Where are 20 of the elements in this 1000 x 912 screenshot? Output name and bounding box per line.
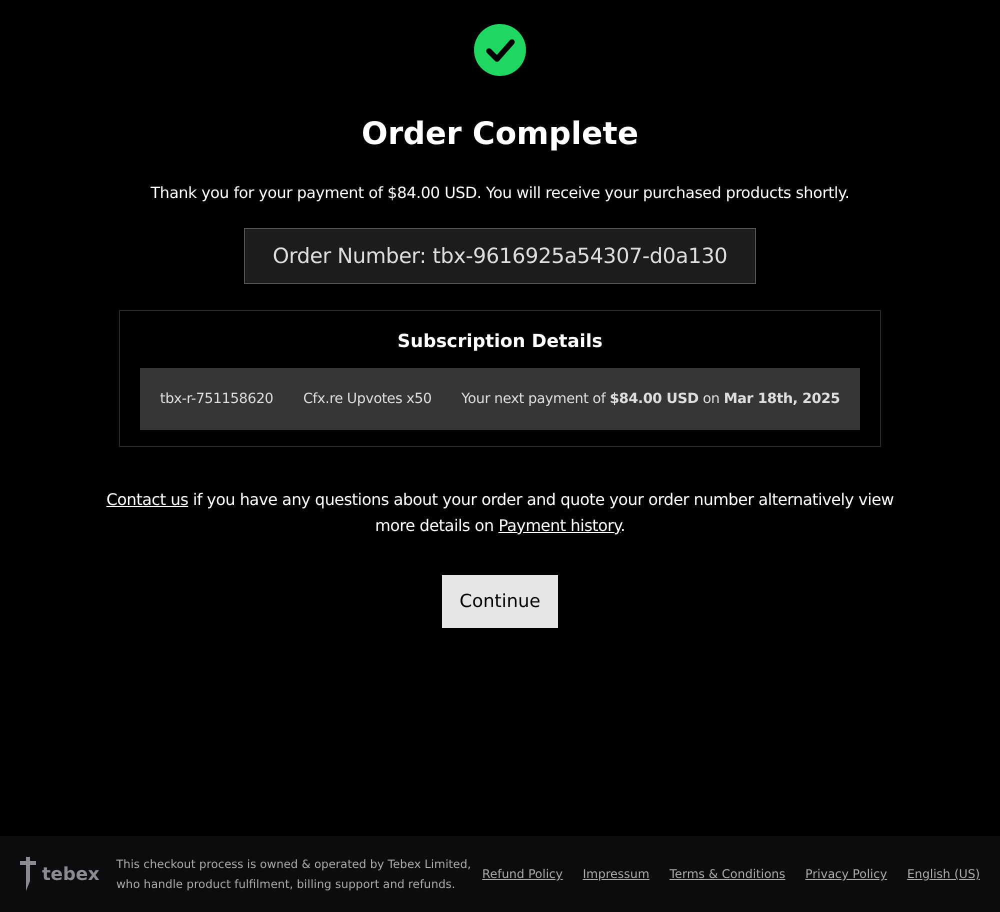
- footer-link[interactable]: Privacy Policy: [805, 867, 888, 881]
- help-text: Contact us if you have any questions about your order and quote your order number alternatively view more details on Payment history.: [105, 489, 895, 537]
- footer-link[interactable]: Refund Policy: [482, 867, 563, 881]
- subscription-title: Subscription Details: [397, 331, 603, 352]
- help-link[interactable]: Payment history: [498, 516, 620, 535]
- product-name: Cfx.re Upvotes x50: [303, 391, 432, 407]
- tebex-logo-icon: [20, 857, 36, 891]
- footer-link[interactable]: Terms & Conditions: [669, 867, 786, 881]
- tebex-logo-text: tebex: [42, 864, 100, 884]
- success-check-icon: [474, 24, 526, 76]
- footer-notice: This checkout process is owned & operated by Tebex Limited, who handle product fulfilment, billing support and refunds.: [116, 856, 472, 893]
- footer-link[interactable]: Impressum: [582, 867, 650, 881]
- continue-button[interactable]: Continue: [442, 575, 558, 628]
- next-payment-text: Your next payment of $84.00 USD on Mar 18th, 2025: [461, 391, 840, 407]
- footer-link[interactable]: English (US): [907, 867, 980, 881]
- help-link[interactable]: Contact us: [106, 490, 188, 509]
- payment-message: Thank you for your payment of $84.00 USD. You will receive your purchased products shortly.: [150, 184, 850, 202]
- order-number: Order Number: tbx-9616925a54307-d0a130: [244, 228, 756, 284]
- subscription-id: tbx-r-751158620: [160, 391, 274, 407]
- page-title: Order Complete: [362, 116, 638, 152]
